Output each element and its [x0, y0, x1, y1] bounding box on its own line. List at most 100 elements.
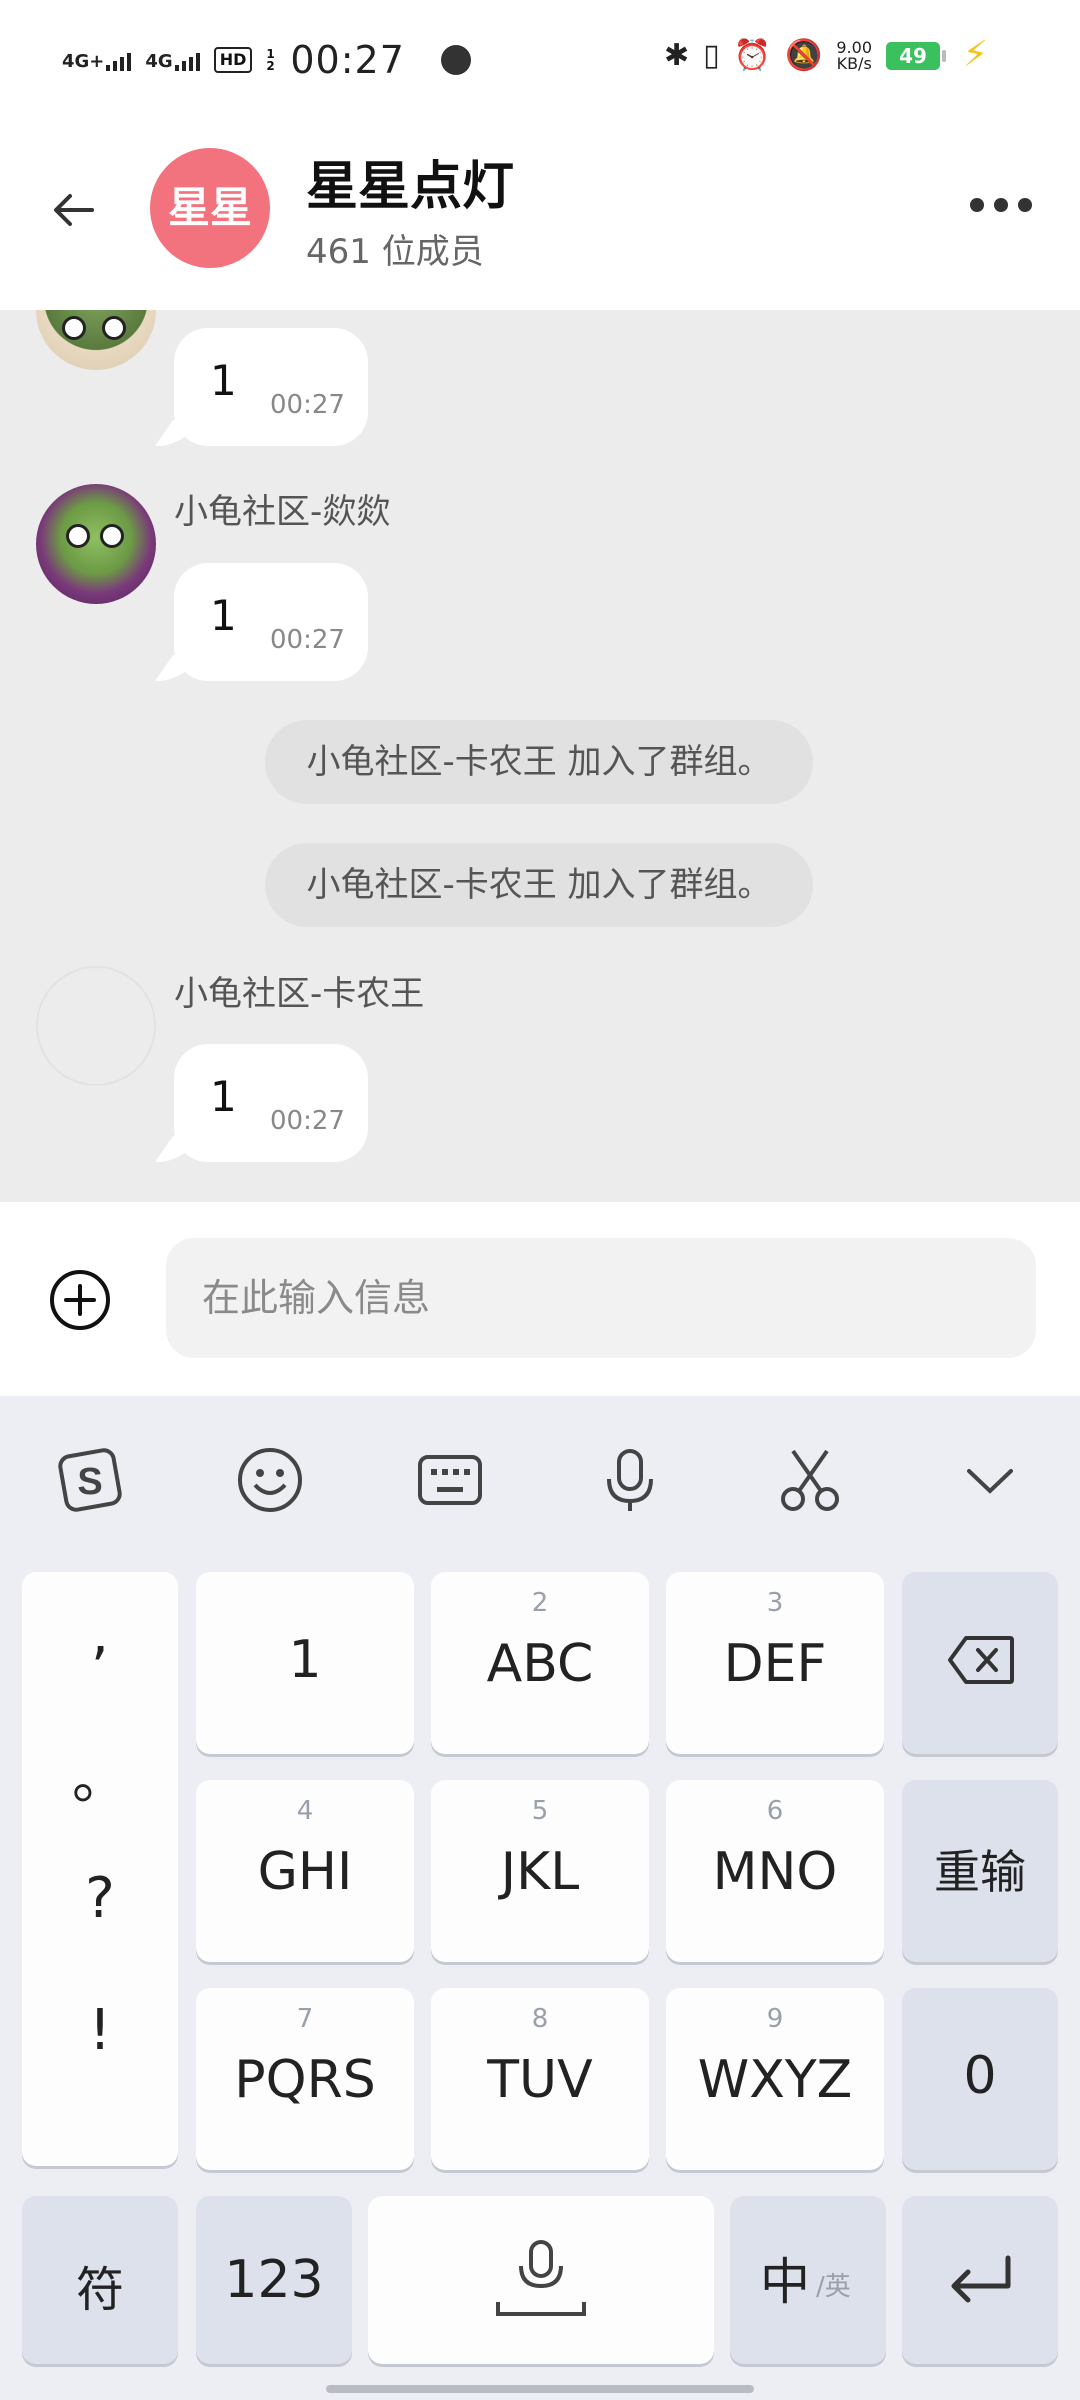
status-right: ✱ ▯ ⏰ 🔕 9.00 KB/s 49	[664, 38, 946, 73]
message-text: 1	[210, 356, 237, 405]
punct-comma-key[interactable]: ,	[22, 1602, 178, 1667]
network-speed: 9.00 KB/s	[836, 40, 872, 72]
key-tuv[interactable]: 8 TUV	[431, 1988, 649, 2170]
message-text: 1	[210, 591, 237, 640]
home-indicator[interactable]	[326, 2385, 754, 2393]
system-message: 小龟社区-卡农王 加入了群组。	[265, 843, 813, 927]
message-input-bar	[0, 1202, 1080, 1396]
enter-icon	[951, 2255, 1011, 2303]
key-sub-label: 3	[766, 1588, 784, 1618]
symbols-label: 符	[75, 2262, 124, 2318]
key-def[interactable]: 3 DEF	[666, 1572, 884, 1754]
key-abc[interactable]: 2 ABC	[431, 1572, 649, 1754]
punct-question-key[interactable]: ?	[22, 1866, 178, 1931]
backspace-key[interactable]	[902, 1572, 1058, 1754]
key-mno[interactable]: 6 MNO	[666, 1780, 884, 1962]
chat-header: 星星 星星点灯 461 位成员	[0, 120, 1080, 310]
sogou-icon[interactable]: S	[48, 1438, 132, 1522]
avatar[interactable]	[36, 310, 156, 370]
message-bubble[interactable]: 1 00:27	[174, 563, 368, 681]
message-input[interactable]	[166, 1238, 1036, 1358]
scissors-icon[interactable]	[768, 1438, 852, 1522]
avatar[interactable]	[36, 484, 156, 604]
reinput-label: 重输	[934, 1845, 1026, 1899]
enter-key[interactable]	[902, 2196, 1058, 2364]
key-main-label: TUV	[487, 2050, 593, 2110]
microphone-icon[interactable]	[588, 1438, 672, 1522]
key-0[interactable]: 0	[902, 1988, 1058, 2170]
key-1[interactable]: 1	[196, 1572, 414, 1754]
member-count[interactable]: 461 位成员	[306, 224, 484, 273]
sender-name: 小龟社区-欻欻	[174, 492, 391, 532]
language-sub-label: /英	[816, 2272, 851, 2302]
key-sub-label: 7	[296, 2004, 314, 2034]
status-bar: 4G+ 4G HD 1 2 00:27 ✱ ▯ ⏰ 🔕 9.00 KB/s 49…	[0, 0, 1080, 120]
back-arrow-icon[interactable]	[46, 182, 102, 238]
language-main-label: 中	[760, 2253, 810, 2311]
sender-name: 小龟社区-卡农王	[174, 974, 425, 1014]
punctuation-column[interactable]: , 。 ? !	[22, 1572, 178, 2166]
ime-keyboard: S , 。 ? ! 1 2 ABC 3 DEF 4 GHI 5 JKL 6 MN…	[0, 1396, 1080, 2400]
status-left: 4G+ 4G HD 1 2 00:27	[62, 38, 471, 82]
chevron-down-icon[interactable]	[948, 1438, 1032, 1522]
language-switch-key[interactable]: 中 /英	[730, 2196, 886, 2364]
key-ghi[interactable]: 4 GHI	[196, 1780, 414, 1962]
reinput-key[interactable]: 重输	[902, 1780, 1058, 1962]
keyboard-icon[interactable]	[408, 1438, 492, 1522]
globe-icon	[440, 45, 471, 75]
add-attachment-icon[interactable]	[48, 1268, 112, 1332]
keyboard-toolbar: S	[0, 1396, 1080, 1564]
punct-exclaim-key[interactable]: !	[22, 1998, 178, 2063]
key-sub-label: 4	[296, 1796, 314, 1826]
signal-bars-icon	[174, 49, 200, 71]
punct-period-key[interactable]: 。	[22, 1734, 178, 1815]
message-text: 1	[210, 1072, 237, 1121]
space-key[interactable]	[368, 2196, 714, 2364]
voice-space-icon	[496, 2240, 586, 2316]
bluetooth-icon: ✱	[664, 38, 690, 73]
alarm-icon: ⏰	[733, 38, 772, 73]
key-sub-label: 8	[531, 2004, 549, 2034]
system-message: 小龟社区-卡农王 加入了群组。	[265, 720, 813, 804]
battery-icon: 49	[886, 42, 946, 70]
key-jkl[interactable]: 5 JKL	[431, 1780, 649, 1962]
message-bubble[interactable]: 1 00:27	[174, 328, 368, 446]
key-sub-label: 2	[531, 1588, 549, 1618]
chat-messages-area[interactable]: 1 00:27 小龟社区-欻欻 1 00:27 小龟社区-卡农王 加入了群组。 …	[0, 310, 1080, 1202]
message-time: 00:27	[270, 1106, 345, 1136]
key-main-label: ABC	[486, 1634, 594, 1694]
network-type-label: 4G+	[62, 51, 105, 72]
message-time: 00:27	[270, 625, 345, 655]
numbers-label: 123	[224, 2250, 324, 2310]
key-wxyz[interactable]: 9 WXYZ	[666, 1988, 884, 2170]
key-main-label: MNO	[712, 1842, 838, 1902]
message-time: 00:27	[270, 390, 345, 420]
numbers-key[interactable]: 123	[196, 2196, 352, 2364]
signal-4g: 4G	[145, 49, 200, 71]
key-sub-label: 6	[766, 1796, 784, 1826]
group-title[interactable]: 星星点灯	[306, 144, 514, 219]
backspace-icon	[948, 1636, 1014, 1684]
svg-text:S: S	[77, 1461, 102, 1503]
key-main-label: 0	[963, 2046, 997, 2106]
avatar[interactable]	[36, 966, 156, 1086]
clock: 00:27	[290, 38, 405, 82]
vibrate-icon: ▯	[703, 38, 720, 73]
emoji-icon[interactable]	[228, 1438, 312, 1522]
mute-icon: 🔕	[785, 38, 823, 73]
key-pqrs[interactable]: 7 PQRS	[196, 1988, 414, 2170]
key-main-label: GHI	[257, 1842, 353, 1902]
signal-bars-icon	[106, 49, 132, 71]
key-sub-label: 5	[531, 1796, 549, 1826]
message-bubble[interactable]: 1 00:27	[174, 1044, 368, 1162]
key-main-label: WXYZ	[697, 2050, 853, 2110]
key-main-label: 1	[288, 1630, 322, 1690]
hd-voice-icon: HD	[213, 47, 253, 73]
signal-4g-plus: 4G+	[62, 49, 132, 72]
key-main-label: DEF	[723, 1634, 827, 1694]
symbols-key[interactable]: 符	[22, 2196, 178, 2364]
group-avatar[interactable]: 星星	[150, 148, 270, 268]
more-options-icon[interactable]	[970, 198, 1032, 212]
charging-icon: ⚡	[962, 34, 988, 75]
hd-slot-label: 1 2	[266, 47, 275, 73]
